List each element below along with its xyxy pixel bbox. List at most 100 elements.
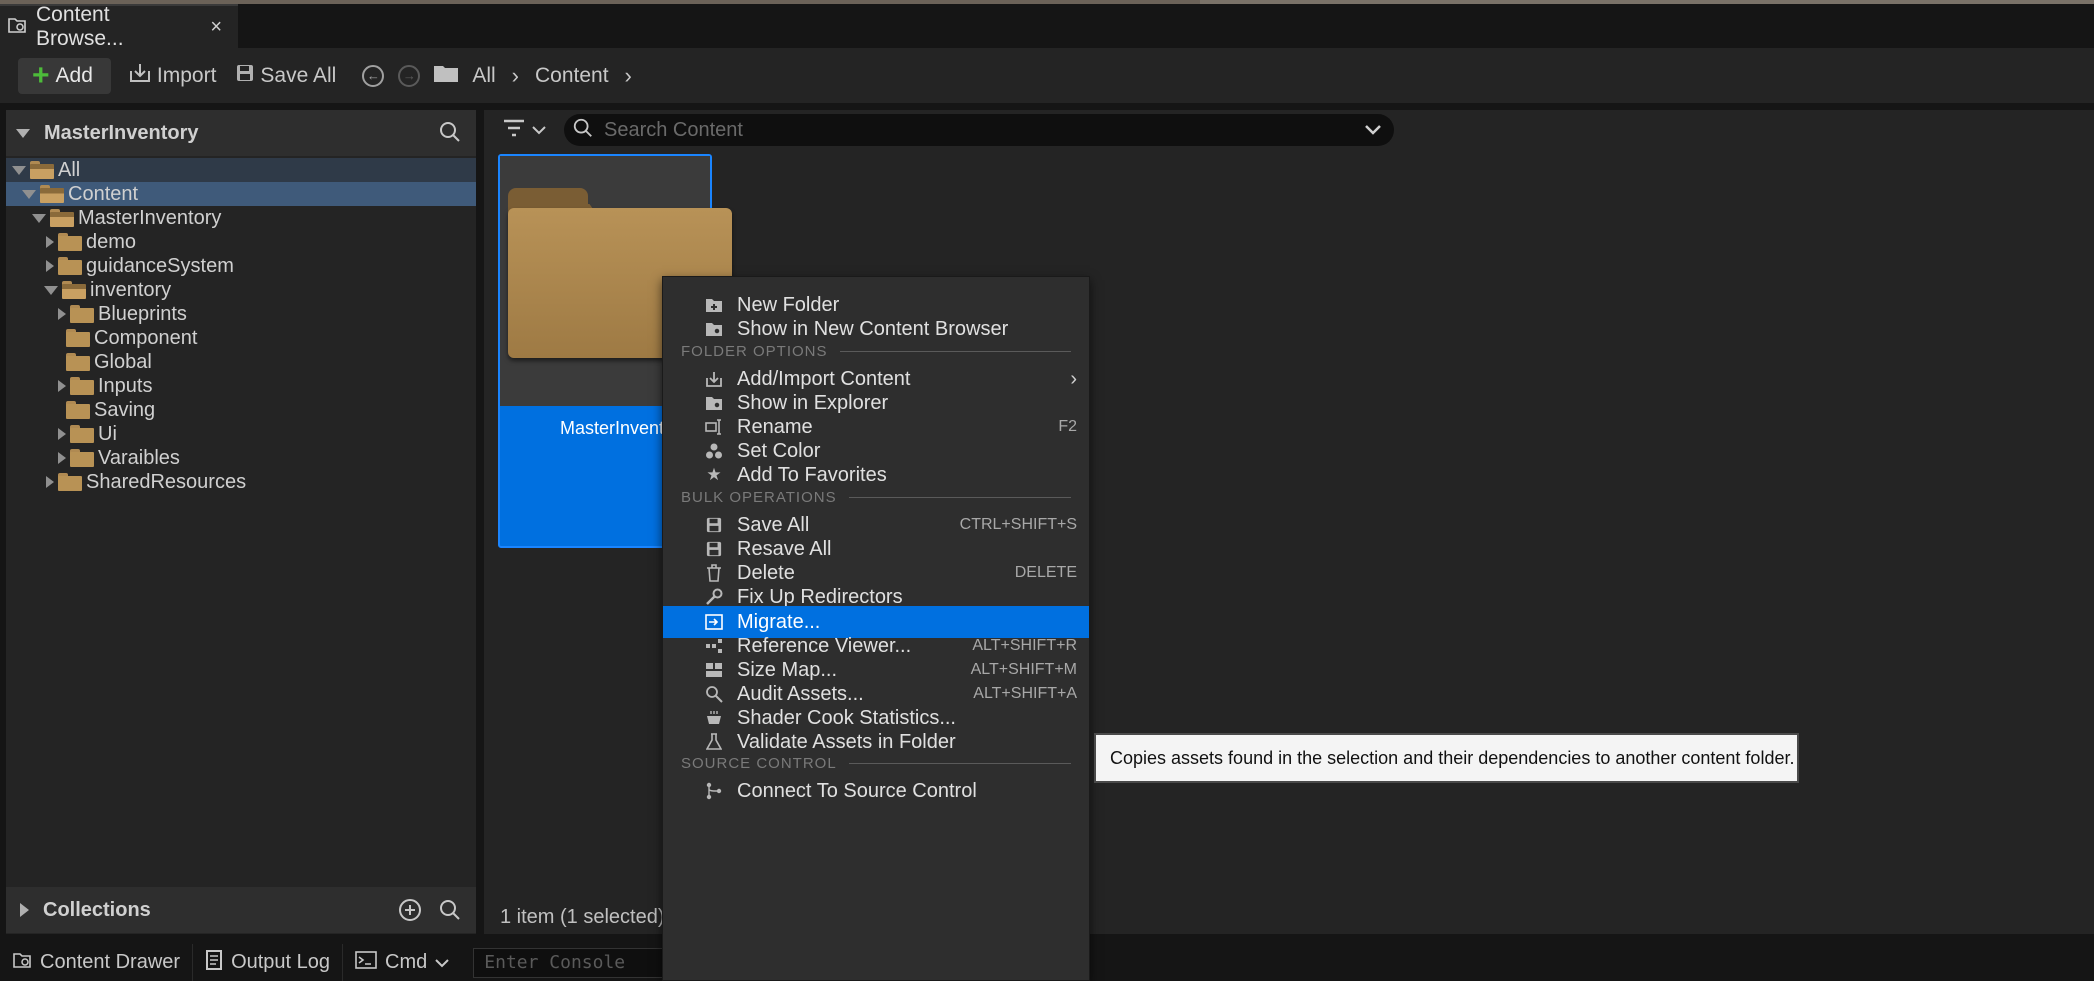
cmd-dropdown[interactable]: Cmd xyxy=(343,944,461,981)
breadcrumb-content[interactable]: Content xyxy=(535,64,609,88)
menu-item-label: Validate Assets in Folder xyxy=(737,730,956,753)
save-all-button[interactable]: Save All xyxy=(226,58,346,94)
terminal-icon xyxy=(355,950,377,975)
expand-arrow-icon[interactable] xyxy=(58,308,66,320)
log-icon xyxy=(205,949,223,976)
breadcrumb-all[interactable]: All xyxy=(472,64,495,88)
flask-icon xyxy=(703,733,725,751)
menu-section-source-control: SOURCE CONTROL xyxy=(681,753,1081,773)
tree-item-inputs[interactable]: Inputs xyxy=(6,374,476,398)
add-collection-icon[interactable] xyxy=(398,898,422,927)
tree-item-global[interactable]: Global xyxy=(6,350,476,374)
item-count: 1 item (1 selected) xyxy=(500,906,665,928)
tree-item-label: Global xyxy=(94,350,152,373)
expand-arrow-icon[interactable] xyxy=(22,189,36,199)
toolbar: + Add Import Save All ← → All › Content … xyxy=(0,48,2094,103)
output-log-label: Output Log xyxy=(231,951,331,973)
tree-item-guidancesystem[interactable]: guidanceSystem xyxy=(6,254,476,278)
tree-item-label: guidanceSystem xyxy=(86,254,234,277)
expand-arrow-icon[interactable] xyxy=(46,476,54,488)
back-icon[interactable]: ← xyxy=(362,64,385,87)
asset-tile-label: MasterInvent xyxy=(560,418,665,438)
tree-item-content[interactable]: Content xyxy=(6,182,476,206)
search-icon[interactable] xyxy=(438,120,462,149)
output-log-button[interactable]: Output Log xyxy=(193,944,344,981)
tree-item-sharedresources[interactable]: SharedResources xyxy=(6,470,476,494)
new-folder-icon xyxy=(703,297,725,313)
tree-item-label: All xyxy=(58,158,81,181)
expand-arrow-icon[interactable] xyxy=(20,903,29,917)
expand-arrow-icon[interactable] xyxy=(12,165,26,175)
wrench-icon xyxy=(703,588,725,606)
tree-item-masterinventory[interactable]: MasterInventory xyxy=(6,206,476,230)
trash-icon xyxy=(703,564,725,582)
tree-item-label: Ui xyxy=(98,422,117,445)
color-icon xyxy=(703,443,725,459)
collections-label: Collections xyxy=(43,898,151,921)
chevron-down-icon xyxy=(435,951,449,974)
tree-item-blueprints[interactable]: Blueprints xyxy=(6,302,476,326)
menu-section-folder-options: FOLDER OPTIONS xyxy=(681,341,1081,361)
context-menu: New Folder Show in New Content Browser F… xyxy=(662,276,1090,981)
menu-item-label: Connect To Source Control xyxy=(737,779,977,802)
migrate-icon xyxy=(703,614,725,630)
chevron-right-icon[interactable]: › xyxy=(512,63,519,89)
search-placeholder: Search Content xyxy=(604,118,743,141)
content-drawer-button[interactable]: Content Drawer xyxy=(0,944,194,981)
tree-item-ui[interactable]: Ui xyxy=(6,422,476,446)
import-icon xyxy=(129,63,151,89)
expand-arrow-icon[interactable] xyxy=(44,285,58,295)
tree-item-demo[interactable]: demo xyxy=(6,230,476,254)
shortcut-label: ALT+SHIFT+R xyxy=(972,637,1077,654)
import-button[interactable]: Import xyxy=(119,58,227,94)
chevron-down-icon[interactable] xyxy=(1364,118,1382,145)
chevron-right-icon[interactable]: › xyxy=(625,63,632,89)
tree-item-all[interactable]: All xyxy=(6,158,476,182)
folder-icon xyxy=(70,305,94,323)
tree-item-label: SharedResources xyxy=(86,470,247,493)
tree-item-saving[interactable]: Saving xyxy=(6,398,476,422)
star-icon: ★ xyxy=(706,465,722,484)
tree-item-inventory[interactable]: inventory xyxy=(6,278,476,302)
expand-arrow-icon[interactable] xyxy=(58,428,66,440)
plus-icon: + xyxy=(32,58,50,92)
expand-arrow-icon[interactable] xyxy=(32,213,46,223)
menu-item-connect-to-source-control[interactable]: Connect To Source Control xyxy=(663,775,1089,807)
filter-icon xyxy=(502,118,526,143)
folder-icon[interactable] xyxy=(434,64,459,87)
tooltip: Copies assets found in the selection and… xyxy=(1094,733,1799,783)
content-browser-icon xyxy=(12,951,32,975)
sources-header[interactable]: MasterInventory xyxy=(6,110,476,156)
tree-item-label: demo xyxy=(86,230,137,253)
tree-item-component[interactable]: Component xyxy=(6,326,476,350)
tab-bar xyxy=(0,4,2094,48)
rename-icon xyxy=(703,419,725,435)
audit-icon xyxy=(703,685,725,703)
tree-item-varaibles[interactable]: Varaibles xyxy=(6,446,476,470)
folder-icon xyxy=(58,257,82,275)
expand-arrow-icon[interactable] xyxy=(58,452,66,464)
chevron-down-icon xyxy=(532,122,546,140)
add-button[interactable]: + Add xyxy=(18,57,111,94)
tree-item-label: Component xyxy=(94,326,198,349)
collapse-icon[interactable] xyxy=(16,128,30,138)
source-control-icon xyxy=(703,782,725,800)
expand-arrow-icon[interactable] xyxy=(46,260,54,272)
close-icon[interactable]: × xyxy=(210,16,222,39)
folder-icon xyxy=(70,425,94,443)
expand-arrow-icon[interactable] xyxy=(46,236,54,248)
search-input[interactable]: Search Content xyxy=(564,114,1394,146)
content-drawer-label: Content Drawer xyxy=(40,951,181,973)
shortcut-label: ALT+SHIFT+A xyxy=(973,685,1077,702)
tree-item-label: Content xyxy=(68,182,139,205)
collections-header[interactable]: Collections xyxy=(6,887,476,933)
search-icon[interactable] xyxy=(438,898,462,927)
content-browser-icon xyxy=(703,321,725,337)
folder-tree: All Content MasterInventory demo guidanc… xyxy=(6,158,476,494)
expand-arrow-icon[interactable] xyxy=(58,380,66,392)
tab-content-browser[interactable]: Content Browse... × xyxy=(0,3,238,50)
filter-button[interactable] xyxy=(502,118,546,143)
forward-icon[interactable]: → xyxy=(398,64,421,87)
menu-item-label: Show in New Content Browser xyxy=(737,317,1009,340)
shortcut-label: DELETE xyxy=(1014,564,1077,581)
